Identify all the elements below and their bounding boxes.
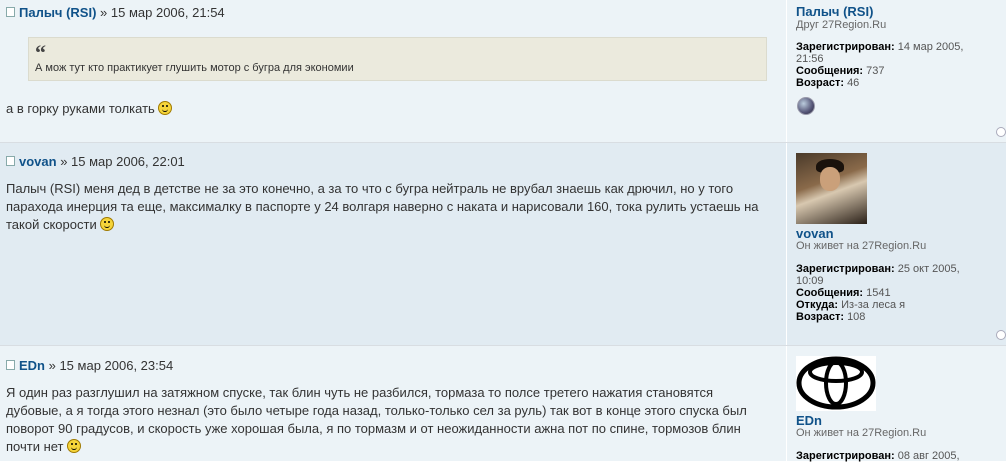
post-text-line: Палыч (RSI) меня дед в детстве не за это…: [6, 181, 734, 196]
smiley-icon: [67, 439, 82, 453]
post-header: Палыч (RSI) » 15 мар 2006, 21:54: [6, 5, 225, 20]
avatar-face: [820, 167, 840, 191]
profile-registered-time: 21:56: [796, 53, 824, 65]
post-author-link[interactable]: Палыч (RSI): [19, 5, 96, 20]
post-date: » 15 мар 2006, 22:01: [56, 154, 185, 169]
profile-from: Откуда: Из-за леса я: [796, 299, 906, 311]
profile-registered: Зарегистрирован: 14 мар 2005,: [796, 41, 964, 53]
post-profile: Палыч (RSI) Друг 27Region.Ru Зарегистрир…: [786, 0, 1006, 142]
post-content: а в горку руками толкать: [6, 100, 173, 118]
quote-box: “ А мож тут кто практикует глушить мотор…: [28, 37, 767, 81]
profile-registered: Зарегистрирован: 25 окт 2005,: [796, 263, 960, 275]
profile-rank: Друг 27Region.Ru: [796, 19, 887, 31]
avatar: [796, 356, 876, 411]
profile-rank: Он живет на 27Region.Ru: [796, 240, 927, 252]
post-content: Палыч (RSI) меня дед в детстве не за это…: [6, 180, 759, 234]
profile-username[interactable]: Палыч (RSI): [796, 4, 873, 19]
avatar: [796, 153, 867, 224]
smiley-icon: [158, 101, 173, 115]
profile-rank: Он живет на 27Region.Ru: [796, 427, 927, 439]
post-author-link[interactable]: EDn: [19, 358, 45, 373]
post-content: Я один раз разглушил на затяжном спуске,…: [6, 384, 747, 456]
post-icon[interactable]: [6, 7, 15, 17]
post-2: vovan » 15 мар 2006, 22:01 Палыч (RSI) м…: [0, 143, 1006, 346]
post-text-line: Я один раз разглушил на затяжном спуске,…: [6, 385, 714, 400]
profile-registered-time: 10:09: [796, 275, 824, 287]
post-text-line: парахода инерция та еще, максималку в па…: [6, 199, 759, 214]
profile-age: Возраст: 46: [796, 77, 860, 89]
post-text-line: почти нет: [6, 439, 64, 454]
post-text-line: поворот 90 градусов, и скорость уже хоро…: [6, 421, 741, 436]
profile-username[interactable]: vovan: [796, 226, 834, 241]
post-profile: vovan Он живет на 27Region.Ru Зарегистри…: [786, 143, 1006, 345]
profile-messages: Сообщения: 1541: [796, 287, 891, 299]
toyota-logo-icon: [796, 356, 876, 410]
smiley-icon: [100, 217, 115, 231]
profile-age: Возраст: 108: [796, 311, 866, 323]
quote-text: А мож тут кто практикует глушить мотор с…: [35, 62, 354, 74]
post-text: а в горку руками толкать: [6, 101, 155, 116]
post-date: » 15 мар 2006, 23:54: [45, 358, 174, 373]
profile-registered: Зарегистрирован: 08 авг 2005,: [796, 450, 960, 462]
post-author-link[interactable]: vovan: [19, 154, 57, 169]
profile-messages: Сообщения: 737: [796, 65, 885, 77]
post-3: EDn » 15 мар 2006, 23:54 Я один раз разг…: [0, 346, 1006, 462]
post-date: » 15 мар 2006, 21:54: [96, 5, 225, 20]
profile-username[interactable]: EDn: [796, 413, 822, 428]
back-to-top-icon[interactable]: [996, 330, 1006, 340]
post-icon[interactable]: [6, 156, 15, 166]
post-text-line: такой скорости: [6, 217, 97, 232]
back-to-top-icon[interactable]: [996, 127, 1006, 137]
post-icon[interactable]: [6, 360, 15, 370]
post-header: vovan » 15 мар 2006, 22:01: [6, 154, 185, 169]
website-globe-icon[interactable]: [797, 97, 815, 115]
post-text-line: дубовые, а я тогда этого незнал (это был…: [6, 403, 747, 418]
post-profile: EDn Он живет на 27Region.Ru Зарегистриро…: [786, 346, 1006, 462]
post-1: Палыч (RSI) » 15 мар 2006, 21:54 “ А мож…: [0, 0, 1006, 143]
post-header: EDn » 15 мар 2006, 23:54: [6, 358, 173, 373]
